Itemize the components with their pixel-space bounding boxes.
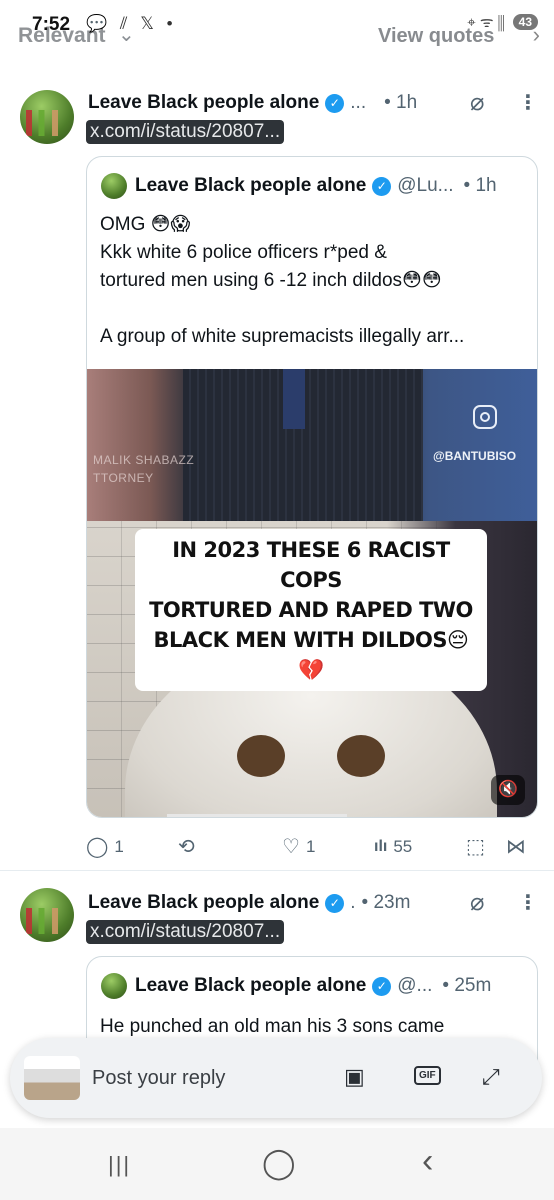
reply-button[interactable]: ◯ 1 [86,834,178,859]
mute-icon[interactable]: 🔇 [491,775,525,805]
system-icons: ⌖ ᯤ ⫼ 43 [467,12,538,32]
verified-badge-icon: ✓ [325,93,345,113]
more-options-icon[interactable]: ⋮ [518,890,538,915]
expand-icon[interactable]: ⤢ [482,1064,500,1090]
reply-composer[interactable]: Post your reply ▣ GIF ⤢ [10,1038,542,1118]
quoted-post-header: Leave Black people alone ✓ @Lu... • 1h [135,175,497,197]
quoted-post-time: • 25m [442,975,492,996]
quoted-avatar [101,973,127,999]
text-line: Kkk white 6 police officers r*ped & [100,242,387,263]
post-divider [0,870,554,871]
text-line: tortured men using 6 -12 inch dildos😳😳 [100,270,442,291]
more-options-icon[interactable]: ⋮ [518,90,538,115]
reply-input[interactable]: Post your reply [92,1067,225,1090]
quoted-post[interactable]: Leave Black people alone ✓ @Lu... • 1h O… [86,156,538,818]
text-line: OMG 😳😱 [100,214,191,235]
overlay-title: TTORNEY [93,471,154,485]
avatar[interactable] [20,90,74,144]
quoted-author-name: Leave Black people alone [135,175,367,196]
bookmark-button[interactable]: ⬚ [466,834,506,859]
video-frame-top: MALIK SHABAZZ TTORNEY @BANTUBISO [87,369,537,521]
quoted-post-time: • 1h [463,175,497,196]
post-time: • 1h [384,92,418,113]
image-icon[interactable]: ▣ [344,1064,365,1090]
instagram-icon [473,405,497,429]
post-header: Leave Black people alone ✓ . • 23m [88,892,410,914]
hood-eye-hole [237,735,285,777]
avatar-image [26,110,68,136]
status-time: 7:52 [32,14,71,35]
back-icon[interactable]: ‹ [422,1142,433,1181]
avatar-image [26,908,68,934]
view-count: 55 [393,836,413,856]
post-actions: ◯ 1 ⟲ ♡ 1 ılı 55 ⬚ ⋈ [86,834,546,859]
reply-icon: ◯ [86,836,109,858]
author-name[interactable]: Leave Black people alone [88,892,319,914]
quoted-post-text: OMG 😳😱 Kkk white 6 police officers r*ped… [100,211,525,351]
author-name[interactable]: Leave Black people alone [88,92,319,114]
status-bar: Relevant ⌄ 7:52 💬 ⫽ 𝕏 • View quotes › ⌖ … [0,0,554,70]
video-frame-bottom: IN 2023 THESE 6 RACIST COPS TORTURED AND… [87,521,537,817]
repost-icon: ⟲ [178,836,195,858]
views-button[interactable]: ılı 55 [374,834,466,859]
video-caption: IN 2023 THESE 6 RACIST COPS TORTURED AND… [135,529,487,691]
quoted-post-header: Leave Black people alone ✓ @... • 25m [135,975,491,997]
video-progress-bar[interactable] [167,814,347,817]
author-handle: . [350,892,356,913]
verified-badge-icon: ✓ [325,893,345,913]
reply-count: 1 [114,836,124,856]
verified-badge-icon: ✓ [372,976,392,996]
watermark-handle: @BANTUBISO [433,449,517,463]
battery-icon: 43 [512,14,538,30]
caption-line: BLACK MEN WITH DILDOS😔💔 [153,628,469,682]
quoted-author-name: Leave Black people alone [135,975,367,996]
share-icon: ⋈ [506,836,526,858]
overlay-caption: MALIK SHABAZZ TTORNEY [93,451,194,487]
quoted-avatar [101,173,127,199]
quoted-author-handle: @Lu... [397,175,454,196]
gif-icon[interactable]: GIF [414,1066,441,1085]
home-icon[interactable]: ◯ [262,1146,296,1181]
heart-icon: ♡ [282,836,300,858]
hood-eye-hole [337,735,385,777]
verified-badge-icon: ✓ [372,176,392,196]
status-link[interactable]: x.com/i/status/20807... [86,920,285,944]
notification-icons: 💬 ⫽ 𝕏 • [86,14,177,33]
post[interactable]: Leave Black people alone ✓ . • 23m ⌀ ⋮ x… [0,886,554,1076]
post-header: Leave Black people alone ✓ ... • 1h [88,92,417,114]
grok-icon[interactable]: ⌀ [470,888,484,917]
post-time: • 23m [361,892,411,913]
post[interactable]: Leave Black people alone ✓ ... • 1h ⌀ ⋮ … [0,86,554,876]
repost-button[interactable]: ⟲ [178,834,282,859]
share-button[interactable]: ⋈ [506,834,536,859]
text-line [100,295,525,323]
status-link[interactable]: x.com/i/status/20807... [86,120,285,144]
like-button[interactable]: ♡ 1 [282,834,374,859]
system-navigation-bar: ||| ◯ ‹ [0,1128,554,1200]
views-icon: ılı [374,837,388,855]
bookmark-icon: ⬚ [466,836,485,858]
video-media[interactable]: MALIK SHABAZZ TTORNEY @BANTUBISO IN 2023… [87,369,537,817]
quoted-post-text: He punched an old man his 3 sons came [100,1013,525,1041]
caption-line: IN 2023 THESE 6 RACIST COPS [172,538,450,592]
like-count: 1 [305,836,316,856]
system-status-icons: ⌖ ᯤ ⫼ [467,14,505,31]
recent-apps-icon[interactable]: ||| [108,1152,131,1178]
overlay-name: MALIK SHABAZZ [93,453,195,467]
quoted-author-handle: @... [397,975,433,996]
tie-shape [283,369,305,429]
attached-image-thumbnail[interactable] [24,1056,80,1100]
text-line: He punched an old man his 3 sons came [100,1016,445,1037]
avatar[interactable] [20,888,74,942]
text-line: A group of white supremacists illegally … [100,326,465,347]
grok-icon[interactable]: ⌀ [470,88,484,117]
author-handle: ... [350,92,367,113]
caption-line: TORTURED AND RAPED TWO [149,598,473,622]
